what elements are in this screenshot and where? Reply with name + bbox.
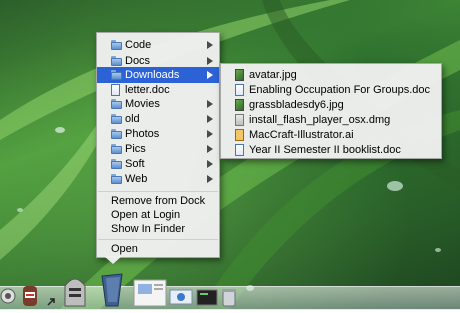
menu-item-label: old [125, 113, 140, 125]
open-item[interactable]: Open [97, 241, 219, 257]
document-icon [235, 84, 244, 96]
menu-item-code[interactable]: Code [97, 37, 219, 53]
folder-icon [111, 70, 122, 80]
folder-icon [111, 40, 122, 50]
shortcut-arrow-icon [46, 294, 56, 306]
menu-item-label: Downloads [125, 69, 180, 81]
file-item[interactable]: grassbladesdy6.jpg [221, 97, 441, 113]
file-item[interactable]: avatar.jpg [221, 67, 441, 83]
file-item-label: install_flash_player_osx.dmg [249, 114, 391, 126]
file-item-label: Enabling Occupation For Groups.doc [249, 84, 430, 96]
menu-item-label: Pics [125, 143, 146, 155]
folder-icon [111, 99, 122, 109]
folder-icon [111, 144, 122, 154]
submenu-arrow-icon [207, 145, 213, 153]
document-preview-icon[interactable] [132, 278, 168, 308]
submenu-arrow-icon [207, 115, 213, 123]
menu-item-label: Code [125, 39, 152, 51]
file-item-label: grassbladesdy6.jpg [249, 99, 344, 111]
menu-item-pics[interactable]: Pics [97, 141, 219, 157]
submenu-arrow-icon [207, 57, 213, 65]
file-item[interactable]: MacCraft-Illustrator.ai [221, 127, 441, 143]
menu-item-label: Show In Finder [111, 223, 185, 235]
folder-icon [111, 174, 122, 184]
submenu-arrow-icon [207, 41, 213, 49]
image-file-icon [235, 99, 244, 111]
menu-item-old[interactable]: old [97, 111, 219, 127]
menu-item-label: Photos [125, 128, 160, 140]
menu-item-soft[interactable]: Soft [97, 156, 219, 172]
submenu-arrow-icon [207, 130, 213, 138]
file-item[interactable]: Enabling Occupation For Groups.doc [221, 82, 441, 98]
folder-icon [111, 129, 122, 139]
menu-separator [98, 191, 218, 192]
document-icon [111, 84, 120, 96]
menu-item-label: Open [111, 243, 138, 255]
file-item-label: MacCraft-Illustrator.ai [249, 129, 354, 141]
menu-separator [98, 239, 218, 240]
submenu-arrow-icon [207, 175, 213, 183]
menu-item-movies[interactable]: Movies [97, 96, 219, 112]
terminal-app-icon[interactable] [196, 288, 218, 308]
illustrator-file-icon [235, 129, 244, 141]
show-in-finder-item[interactable]: Show In Finder [97, 221, 219, 237]
submenu-arrow-icon [207, 160, 213, 168]
domo-app-icon[interactable] [20, 284, 40, 308]
menu-pointer [104, 256, 122, 264]
file-item-label: Year II Semester II booklist.doc [249, 144, 401, 156]
disk-image-icon [235, 114, 244, 126]
folder-icon [111, 114, 122, 124]
menu-item-photos[interactable]: Photos [97, 126, 219, 142]
downloads-submenu: avatar.jpg Enabling Occupation For Group… [220, 63, 442, 159]
menu-item-label: Soft [125, 158, 145, 170]
network-app-icon[interactable] [168, 286, 194, 308]
menu-item-label: Web [125, 173, 148, 185]
submenu-arrow-icon [207, 71, 213, 79]
helmet-app-icon[interactable] [62, 274, 88, 308]
menu-item-label: Movies [125, 98, 160, 110]
dock-stack-menu: Code Docs Downloads letter.doc Movies ol… [96, 32, 220, 258]
file-item[interactable]: install_flash_player_osx.dmg [221, 112, 441, 128]
menu-item-web[interactable]: Web [97, 171, 219, 187]
dock [0, 264, 460, 310]
folder-icon [111, 56, 122, 66]
active-folder-stack-icon[interactable] [98, 266, 126, 308]
menu-item-downloads[interactable]: Downloads [97, 67, 219, 83]
folder-icon [111, 159, 122, 169]
document-icon [235, 144, 244, 156]
file-item[interactable]: Year II Semester II booklist.doc [221, 142, 441, 158]
submenu-arrow-icon [207, 100, 213, 108]
trash-icon[interactable] [220, 286, 238, 308]
image-file-icon [235, 69, 244, 81]
app-icon-left[interactable] [0, 286, 16, 306]
file-item-label: avatar.jpg [249, 69, 297, 81]
